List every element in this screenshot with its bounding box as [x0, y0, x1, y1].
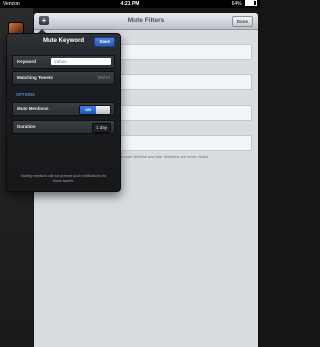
toggle-knob: [96, 106, 110, 114]
keyword-row: Keyword Yahoo: [12, 55, 115, 69]
save-button[interactable]: Save: [94, 37, 115, 47]
battery-icon: [245, 0, 257, 7]
duration-row: Duration 1 day: [12, 120, 115, 134]
toggle-on-label: ON: [80, 106, 96, 114]
battery-indicator: 64%: [232, 0, 257, 8]
popover-footer-note: Muting mentions will not prevent push no…: [20, 174, 107, 183]
status-time: 4:21 PM: [120, 1, 140, 7]
mute-mentions-label: Mute Mentions: [17, 106, 49, 111]
status-bar: Verizon 4:21 PM 64%: [0, 0, 260, 8]
mute-mentions-row: Mute Mentions ON: [12, 102, 115, 116]
options-section-label: OPTIONS: [16, 92, 35, 97]
matching-tweets-row[interactable]: Matching Tweets 3/9/14: [12, 71, 115, 85]
mute-keyword-popover: Mute Keyword Save Keyword Yahoo Matching…: [6, 33, 121, 192]
page-title: Mute Filters: [127, 17, 165, 24]
duration-label: Duration: [17, 124, 36, 129]
keyword-label: Keyword: [17, 59, 37, 64]
matching-tweets-label: Matching Tweets: [17, 75, 53, 80]
duration-value[interactable]: 1 day: [91, 123, 111, 133]
mute-mentions-toggle[interactable]: ON: [79, 105, 111, 115]
keyword-input[interactable]: Yahoo: [51, 58, 111, 65]
done-button[interactable]: Done: [231, 16, 253, 27]
matching-tweets-count: 3/9/14: [97, 75, 110, 80]
main-nav-bar: + Mute Filters Done: [34, 13, 258, 30]
main-note: your main timeline and lists. Mentions a…: [116, 155, 210, 159]
battery-percent: 64%: [231, 1, 242, 7]
